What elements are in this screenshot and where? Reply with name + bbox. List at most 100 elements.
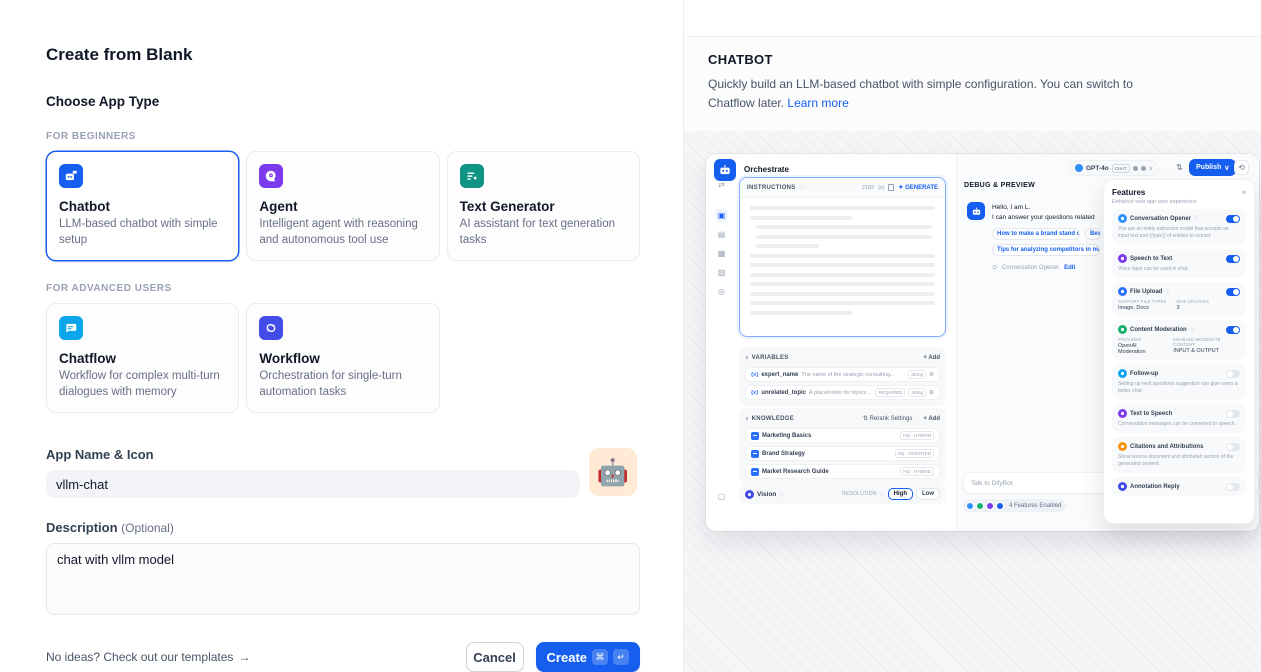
templates-link[interactable]: No ideas? Check out our templates →: [46, 650, 250, 664]
app-type-card-chatbot[interactable]: Chatbot LLM-based chatbot with simple se…: [46, 151, 239, 261]
variable-token-icon: {x}: [751, 390, 758, 396]
modal-footer: No ideas? Check out our templates → Canc…: [46, 642, 640, 672]
choose-app-type-label: Choose App Type: [46, 94, 640, 109]
card-desc: Intelligent agent with reasoning and aut…: [259, 217, 426, 248]
tune-icon: ⇅: [1176, 163, 1183, 172]
instructions-header: INSTRUCTIONS ⓘ 2182 {x} ✦ GENERATE: [740, 178, 945, 198]
info-body: Quickly build an LLM-based chatbot with …: [708, 75, 1158, 112]
chatbot-icon: [59, 164, 83, 188]
toggle-off: [1226, 443, 1240, 451]
chatflow-icon: [59, 316, 83, 340]
rail-doc-icon: ▦: [715, 247, 728, 260]
settings-icon: [1141, 166, 1146, 171]
model-name: GPT-4o: [1086, 165, 1109, 172]
robot-emoji-icon: 🤖: [597, 457, 629, 488]
vision-row: Vision ⓘ RESOLUTION ⓘ High Low: [739, 484, 946, 504]
for-beginners-label: FOR BEGINNERS: [46, 131, 640, 142]
add-variable-button: + Add: [923, 355, 940, 361]
publish-button: Publish ∨: [1189, 159, 1236, 176]
card-desc: AI assistant for text generation tasks: [460, 217, 627, 248]
text-to-speech-icon: [1118, 409, 1127, 418]
page-title: Create from Blank: [46, 45, 640, 65]
chevron-down-icon: ∨: [1224, 164, 1229, 172]
for-advanced-users-label: FOR ADVANCED USERS: [46, 283, 640, 294]
close-icon: ×: [1241, 188, 1246, 197]
suggested-question: How to make a brand stand out?: [992, 228, 1080, 240]
toggle-off: [1226, 483, 1240, 491]
variable-row: {x} unrelated_topic A placeholder for to…: [745, 385, 940, 400]
generate-button: ✦ GENERATE: [898, 184, 938, 191]
app-type-card-workflow[interactable]: Workflow Orchestration for single-turn a…: [246, 303, 439, 413]
card-title: Chatflow: [59, 351, 226, 366]
enter-key-icon: ↵: [613, 649, 629, 665]
create-app-modal: Create from Blank Choose App Type FOR BE…: [0, 0, 1261, 672]
preview-backdrop: Orchestrate GPT-4o CHAT ∨ ⇅ Publish ∨ ⟲ …: [684, 131, 1261, 672]
card-title: Chatbot: [59, 199, 226, 214]
feature-item: Content Moderation ⓘ PROVIDEROpenAI Mode…: [1112, 320, 1246, 360]
feature-item: Follow-up Setting up next questions sugg…: [1112, 364, 1246, 400]
options-icon: ⊕: [929, 389, 934, 396]
description-block: Description (Optional): [46, 520, 640, 615]
knowledge-title: KNOWLEDGE: [752, 416, 794, 422]
app-name-block: App Name & Icon 🤖: [46, 447, 640, 498]
cancel-button[interactable]: Cancel: [466, 642, 524, 672]
toggle-on: [1226, 326, 1240, 334]
card-desc: LLM-based chatbot with simple setup: [59, 217, 226, 248]
info-icon: ⓘ: [880, 491, 885, 498]
advanced-cards: Chatflow Workflow for complex multi-turn…: [46, 303, 640, 413]
variable-icon: {x}: [878, 185, 884, 191]
card-title: Text Generator: [460, 199, 627, 214]
top-strip: [684, 0, 1261, 37]
knowledge-panel: ∨ KNOWLEDGE ⇅ Rerank Settings + Add Mark…: [739, 408, 946, 485]
features-panel: Features × Enhance web app user experien…: [1103, 179, 1255, 524]
info-heading: CHATBOT: [708, 52, 1237, 67]
description-optional-label: (Optional): [121, 521, 174, 535]
token-count: 2182: [862, 185, 874, 191]
feature-dot-icon: [976, 502, 984, 510]
feature-item: Conversation Opener ⓘ You are an entity …: [1112, 209, 1246, 245]
rail-prompt-icon: ▣: [715, 209, 728, 222]
add-knowledge-button: + Add: [923, 416, 940, 422]
bot-greeting-line2: I can answer your questions related: [992, 214, 1102, 221]
edit-link: Edit: [1064, 265, 1075, 271]
citations-icon: [1118, 442, 1127, 451]
bot-greeting-line1: Hello, I am L.: [992, 204, 1030, 211]
conversation-opener-icon: [1118, 214, 1127, 223]
knowledge-row: Marketing Basics HQ · HYBRID: [745, 428, 940, 443]
app-type-card-text-generator[interactable]: Text Generator AI assistant for text gen…: [447, 151, 640, 261]
feature-item: Text to Speech Conversation messages can…: [1112, 404, 1246, 433]
rail-layout-icon: ▢: [715, 490, 728, 503]
arrow-right-icon: →: [238, 650, 250, 664]
caret-down-icon: ∨: [745, 416, 749, 422]
feature-dot-icon: [986, 502, 994, 510]
toggle-on: [1226, 255, 1240, 263]
feature-dot-icon: [966, 502, 974, 510]
app-name-input[interactable]: [46, 470, 580, 498]
workflow-icon: [259, 316, 283, 340]
info-icon: ⓘ: [779, 491, 784, 498]
copy-icon: [888, 184, 894, 191]
app-icon-picker[interactable]: 🤖: [589, 448, 637, 496]
beginner-cards: Chatbot LLM-based chatbot with simple se…: [46, 151, 640, 261]
follow-up-icon: [1118, 369, 1127, 378]
knowledge-row: Market Research Guide HQ · HYBRID: [745, 464, 940, 479]
features-subtitle: Enhance web app user experience: [1112, 199, 1246, 205]
learn-more-link[interactable]: Learn more: [787, 96, 848, 110]
rerank-icon: ⇅: [863, 416, 868, 422]
variables-title: VARIABLES: [752, 355, 789, 361]
card-title: Workflow: [259, 351, 426, 366]
app-type-card-agent[interactable]: Agent Intelligent agent with reasoning a…: [246, 151, 439, 261]
suggested-question-cut: Bes: [1085, 228, 1101, 240]
app-type-card-chatflow[interactable]: Chatflow Workflow for complex multi-turn…: [46, 303, 239, 413]
file-upload-icon: [1118, 287, 1127, 296]
feature-item: Annotation Reply: [1112, 477, 1246, 496]
model-selector: GPT-4o CHAT ∨: [1069, 160, 1159, 176]
agent-icon: [259, 164, 283, 188]
card-desc: Orchestration for single-turn automation…: [259, 369, 426, 400]
description-textarea[interactable]: [46, 543, 640, 615]
text-generator-icon: [460, 164, 484, 188]
create-button[interactable]: Create ⌘ ↵: [536, 642, 640, 672]
feature-item: Speech to Text Voice input can be used i…: [1112, 249, 1246, 278]
rail-note-icon: ▧: [715, 266, 728, 279]
model-mode-badge: CHAT: [1112, 164, 1130, 173]
